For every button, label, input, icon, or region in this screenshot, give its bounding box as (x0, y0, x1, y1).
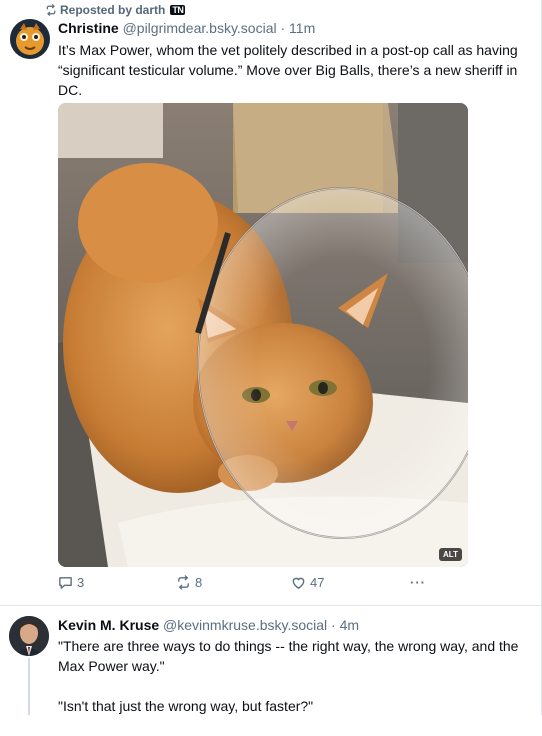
post-time[interactable]: 11m (289, 20, 315, 36)
author-name[interactable]: Kevin M. Kruse (58, 617, 159, 633)
repost-button[interactable]: 8 (176, 575, 202, 590)
reply-icon (59, 577, 72, 589)
cat-photo (58, 103, 468, 567)
repost-indicator[interactable]: Reposted by darth TN (45, 3, 186, 17)
avatar[interactable] (10, 19, 50, 59)
post-text: It’s Max Power, whom the vet politely de… (58, 42, 518, 98)
alt-text-badge[interactable]: ALT (439, 548, 462, 561)
reply-button[interactable]: 3 (58, 575, 84, 590)
post-image[interactable]: ALT (58, 103, 468, 567)
post-header: Christine @pilgrimdear.bsky.social · 11m (58, 20, 315, 36)
repost-count: 8 (195, 575, 203, 590)
more-options-button[interactable]: ··· (410, 575, 426, 590)
post-text: "There are three ways to do things -- th… (58, 636, 528, 736)
separator: · (331, 617, 336, 633)
repost-label: Reposted by darth (60, 3, 166, 17)
more-icon: ··· (410, 575, 426, 590)
post-header: Kevin M. Kruse @kevinmkruse.bsky.social … (58, 617, 359, 633)
author-handle[interactable]: @pilgrimdear.bsky.social (123, 20, 277, 36)
post-actions: 3 8 47 ··· (58, 575, 468, 593)
feed-post[interactable]: Kevin M. Kruse @kevinmkruse.bsky.social … (0, 606, 542, 715)
repost-icon (46, 4, 56, 16)
author-handle[interactable]: @kevinmkruse.bsky.social (163, 617, 327, 633)
post-time[interactable]: 4m (340, 617, 359, 633)
like-button[interactable]: 47 (291, 575, 324, 590)
feed-post[interactable]: Reposted by darth TN Christine @pilgrimd… (0, 0, 542, 605)
thread-line (28, 658, 30, 715)
like-count: 47 (310, 575, 325, 590)
reply-count: 3 (77, 575, 85, 590)
author-name[interactable]: Christine (58, 20, 119, 36)
post-paragraph: "Isn't that just the wrong way, but fast… (58, 698, 314, 714)
heart-icon (292, 577, 305, 589)
repost-icon (178, 575, 189, 590)
post-paragraph: "There are three ways to do things -- th… (58, 638, 519, 674)
separator: · (280, 20, 286, 36)
avatar[interactable] (9, 616, 49, 656)
repost-user-badge: TN (170, 5, 186, 15)
